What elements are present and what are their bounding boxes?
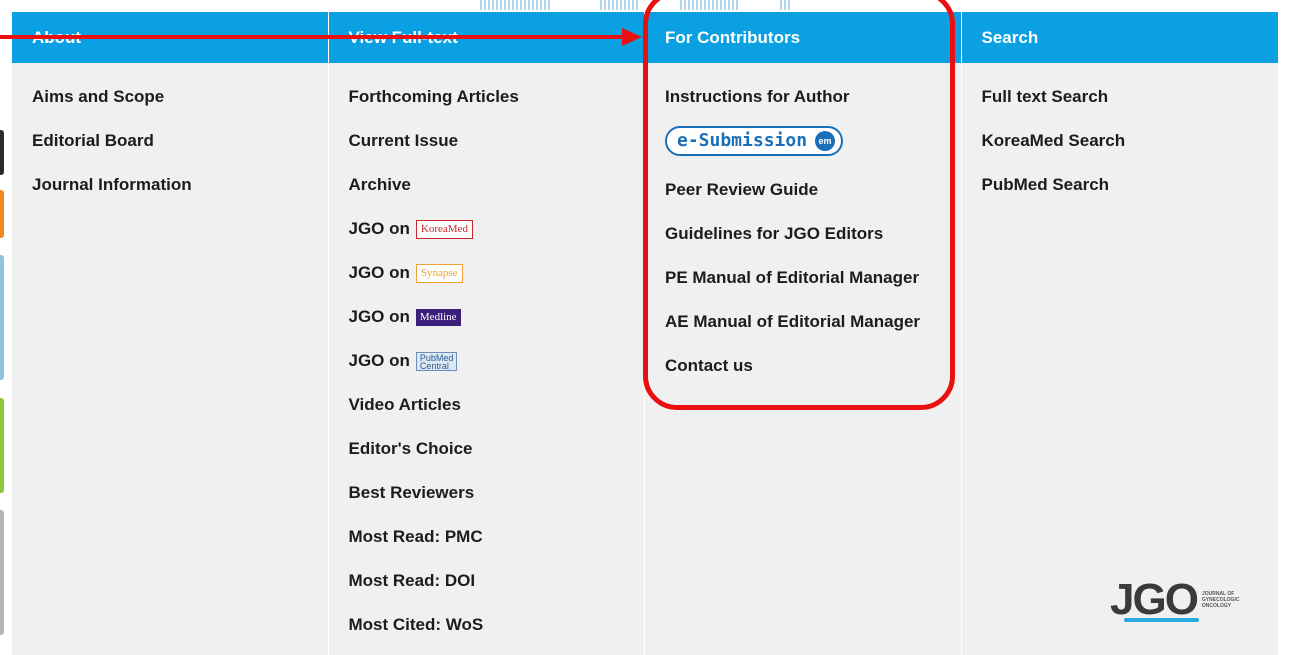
column-header-search: Search bbox=[961, 12, 1278, 63]
link-most-read-doi[interactable]: Most Read: DOI bbox=[349, 566, 645, 610]
link-guidelines-for-jgo-editors[interactable]: Guidelines for JGO Editors bbox=[665, 219, 961, 263]
edge-widget-orange bbox=[0, 190, 4, 238]
koreamed-logo: KoreaMed bbox=[415, 220, 473, 240]
link-archive[interactable]: Archive bbox=[349, 170, 645, 214]
menu-column-view-full-text: View Full-text Forthcoming Articles Curr… bbox=[328, 12, 645, 655]
link-most-cited-wos[interactable]: Most Cited: WoS bbox=[349, 610, 645, 654]
column-header-view-full-text: View Full-text bbox=[328, 12, 644, 63]
edge-widget-green bbox=[0, 398, 4, 493]
jgo-logo-mark: JGO bbox=[1110, 575, 1199, 624]
menu-column-about: About Aims and Scope Editorial Board Jou… bbox=[12, 12, 329, 655]
edge-widget-gray bbox=[0, 510, 4, 635]
link-koreamed-search[interactable]: KoreaMed Search bbox=[982, 126, 1279, 170]
synapse-logo: Synapse bbox=[415, 264, 463, 284]
link-jgo-on-pmc[interactable]: JGO on PubMed Central bbox=[349, 346, 645, 390]
link-jgo-on-medline[interactable]: JGO on Medline bbox=[349, 302, 645, 346]
esubmission-row: e-Submission em bbox=[665, 125, 961, 175]
jgo-logo: JGO JOURNAL OF GYNECOLOGIC ONCOLOGY bbox=[1110, 575, 1242, 624]
link-best-reviewers[interactable]: Best Reviewers bbox=[349, 478, 645, 522]
e-submission-button[interactable]: e-Submission em bbox=[665, 125, 844, 156]
link-contact-us[interactable]: Contact us bbox=[665, 351, 961, 395]
pubmed-central-logo: PubMed Central bbox=[415, 352, 458, 372]
link-journal-information[interactable]: Journal Information bbox=[32, 170, 328, 214]
edge-widget-dark bbox=[0, 130, 4, 175]
link-instructions-for-author[interactable]: Instructions for Author bbox=[665, 82, 961, 126]
link-prefix: JGO on bbox=[348, 219, 410, 238]
column-header-for-contributors: For Contributors bbox=[645, 12, 961, 63]
em-icon: em bbox=[815, 130, 836, 151]
link-current-issue[interactable]: Current Issue bbox=[349, 126, 645, 170]
link-editors-choice[interactable]: Editor's Choice bbox=[349, 434, 645, 478]
link-aims-and-scope[interactable]: Aims and Scope bbox=[32, 82, 328, 126]
link-forthcoming-articles[interactable]: Forthcoming Articles bbox=[349, 82, 645, 126]
link-most-read-pmc[interactable]: Most Read: PMC bbox=[349, 522, 645, 566]
medline-logo: Medline bbox=[415, 309, 461, 327]
column-header-about: About bbox=[12, 12, 328, 63]
menu-column-search: Search Full text Search KoreaMed Search … bbox=[961, 12, 1279, 655]
link-editorial-board[interactable]: Editorial Board bbox=[32, 126, 328, 170]
link-prefix: JGO on bbox=[348, 351, 410, 370]
link-prefix: JGO on bbox=[348, 263, 410, 282]
world-map-decoration bbox=[480, 0, 900, 12]
edge-widget-blue bbox=[0, 255, 4, 380]
e-submission-label: e-Submission bbox=[677, 130, 808, 151]
jgo-logo-text: JOURNAL OF GYNECOLOGIC ONCOLOGY bbox=[1201, 591, 1240, 609]
link-peer-review-guide[interactable]: Peer Review Guide bbox=[665, 175, 961, 219]
link-prefix: JGO on bbox=[348, 307, 410, 326]
link-jgo-on-koreamed[interactable]: JGO on KoreaMed bbox=[349, 214, 645, 258]
link-ae-manual[interactable]: AE Manual of Editorial Manager bbox=[665, 307, 961, 351]
link-full-text-search[interactable]: Full text Search bbox=[982, 82, 1279, 126]
link-video-articles[interactable]: Video Articles bbox=[349, 390, 645, 434]
menu-column-for-contributors: For Contributors Instructions for Author… bbox=[645, 12, 962, 655]
mega-menu: About Aims and Scope Editorial Board Jou… bbox=[12, 12, 1278, 655]
link-jgo-on-synapse[interactable]: JGO on Synapse bbox=[349, 258, 645, 302]
link-pe-manual[interactable]: PE Manual of Editorial Manager bbox=[665, 263, 961, 307]
link-pubmed-search[interactable]: PubMed Search bbox=[982, 170, 1279, 214]
